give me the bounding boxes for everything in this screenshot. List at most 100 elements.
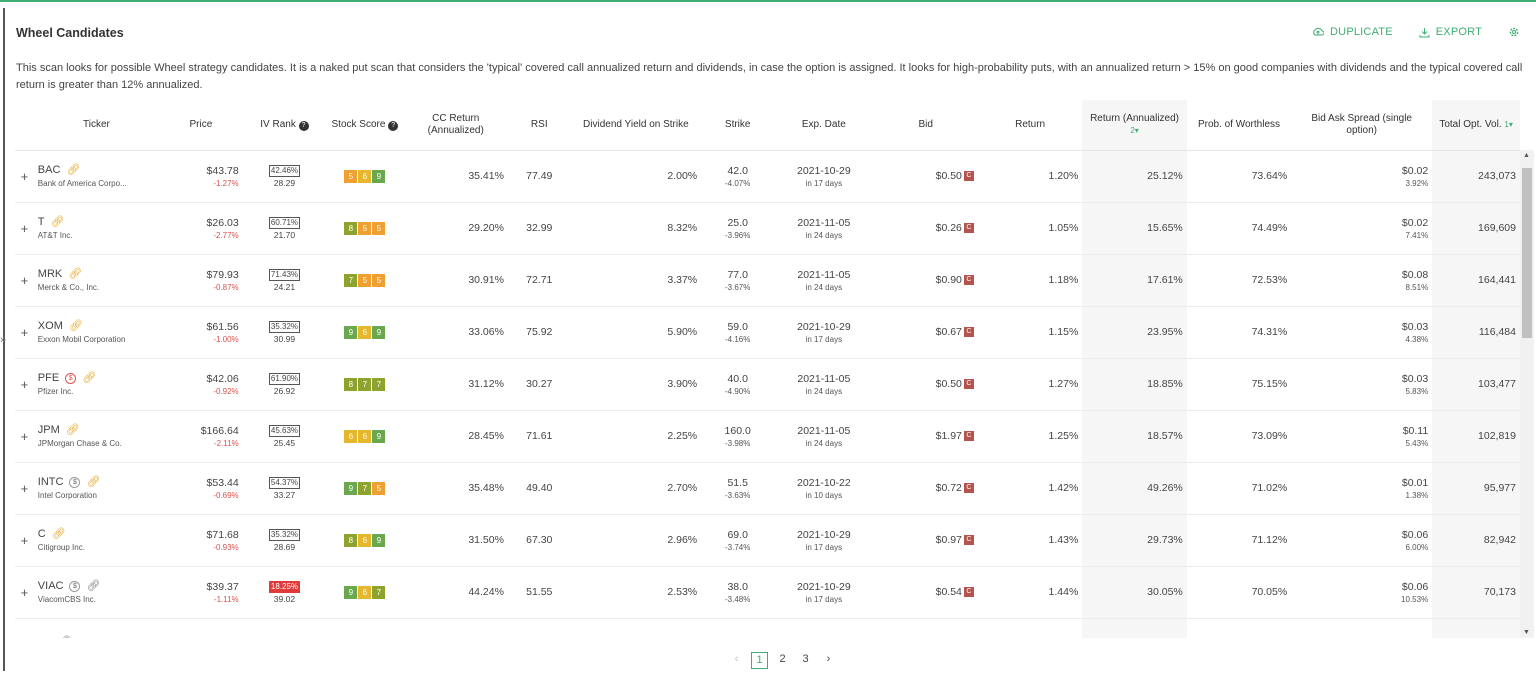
prob-worthless-cell: 71.12%	[1186, 514, 1292, 567]
ticker-symbol[interactable]: JPM	[38, 424, 60, 436]
page-2-button[interactable]: 2	[774, 652, 791, 669]
expand-row-icon[interactable]: +	[15, 358, 34, 411]
table-row[interactable]: + JPM 🔗︎ JPMorgan Chase & Co. $166.64 -2.11% 4…	[15, 410, 1520, 463]
duplicate-button[interactable]: DUPLICATE	[1312, 26, 1393, 38]
total-opt-vol: 164,441	[1478, 274, 1516, 286]
expand-row-icon[interactable]: +	[15, 254, 34, 307]
page-3-button[interactable]: 3	[797, 652, 814, 669]
ticker-symbol[interactable]: C	[38, 528, 46, 540]
duplicate-label: DUPLICATE	[1330, 26, 1393, 38]
prev-page-button[interactable]: ‹	[728, 652, 745, 669]
col-return-annualized[interactable]: Return (Annualized) 2▾	[1082, 100, 1187, 151]
call-badge[interactable]: C	[963, 587, 974, 598]
col-ticker[interactable]: Ticker	[33, 100, 160, 151]
table-scrollbar[interactable]: ▲ ▼	[1520, 150, 1534, 638]
col-bid[interactable]: Bid	[873, 100, 978, 151]
col-strike[interactable]: Strike	[701, 100, 775, 151]
dividend-yield-cell: 2.25%	[570, 410, 702, 463]
table-row[interactable]: + XOM 🔗︎ Exxon Mobil Corporation $61.56 -1.00…	[15, 306, 1520, 359]
link-icon[interactable]: 🔗︎	[51, 216, 65, 228]
expand-row-icon[interactable]: +	[15, 618, 34, 638]
ticker-symbol[interactable]: FT	[38, 637, 51, 639]
score-cell: 6	[358, 325, 372, 339]
expand-row-icon[interactable]: +	[15, 462, 34, 515]
expand-row-icon[interactable]: +	[15, 514, 34, 567]
call-badge[interactable]: C	[963, 327, 974, 338]
table-row[interactable]: + BAC 🔗︎ Bank of America Corpo... $43.78 -1.2…	[15, 150, 1520, 203]
ticker-symbol[interactable]: PFE	[38, 372, 59, 384]
page-1-button[interactable]: 1	[751, 652, 768, 669]
col-prob-worthless[interactable]: Prob. of Worthless	[1186, 100, 1292, 151]
call-badge[interactable]: C	[963, 275, 974, 286]
bid: $0.50	[935, 170, 962, 182]
col-cc-return[interactable]: CC Return (Annualized)	[403, 100, 508, 151]
link-icon[interactable]: 🔗︎	[66, 164, 80, 176]
ticker-symbol[interactable]: XOM	[38, 320, 63, 332]
dividend-yield-cell: 2.70%	[570, 462, 702, 515]
table-row[interactable]: +FT🔗︎$9.9215.00%99946.04%63.606.43%9.520…	[15, 618, 1520, 638]
expand-row-icon[interactable]: +	[15, 202, 34, 255]
exp-date: 2021-10-22	[796, 476, 851, 489]
ticker-symbol[interactable]: VIAC	[38, 580, 64, 592]
link-icon[interactable]: 🔗︎	[82, 372, 96, 384]
table-row[interactable]: + VIAC $ 🔗︎ ViacomCBS Inc. $39.37 -1.11% 18.25%…	[15, 566, 1520, 619]
call-badge[interactable]: C	[963, 379, 974, 390]
table-row[interactable]: + PFE $ 🔗︎ Pfizer Inc. $42.06 -0.92% 61.90% 26.9…	[15, 358, 1520, 411]
strike: 25.0	[727, 216, 748, 229]
call-badge[interactable]: C	[963, 171, 974, 182]
help-icon[interactable]: ?	[298, 120, 309, 131]
expand-row-icon[interactable]: +	[15, 410, 34, 463]
call-badge[interactable]: C	[963, 483, 974, 494]
table-row[interactable]: + C 🔗︎ Citigroup Inc. $71.68 -0.93% 35.32% 28.6…	[15, 514, 1520, 567]
expand-row-icon[interactable]: +	[15, 566, 34, 619]
ticker-symbol[interactable]: INTC	[38, 476, 64, 488]
ticker-symbol[interactable]: MRK	[38, 268, 62, 280]
col-return[interactable]: Return	[977, 100, 1083, 151]
link-icon[interactable]: 🔗︎	[57, 637, 71, 639]
call-badge[interactable]: C	[963, 431, 974, 442]
table-row[interactable]: + INTC $ 🔗︎ Intel Corporation $53.44 -0.69% 54.…	[15, 462, 1520, 515]
scroll-down-icon[interactable]: ▼	[1523, 629, 1530, 636]
export-button[interactable]: EXPORT	[1419, 26, 1482, 38]
link-icon[interactable]: 🔗︎	[52, 528, 66, 540]
table-row[interactable]: + MRK 🔗︎ Merck & Co., Inc. $79.93 -0.87% 71.43…	[15, 254, 1520, 307]
col-exp-date[interactable]: Exp. Date	[774, 100, 874, 151]
col-rsi[interactable]: RSI	[507, 100, 571, 151]
cc-return: 31.12%	[468, 378, 504, 390]
expand-row-icon[interactable]: +	[15, 306, 34, 359]
expand-row-icon[interactable]: +	[15, 150, 34, 203]
return-cell: 1.42%	[977, 462, 1083, 515]
link-icon[interactable]: 🔗︎	[86, 476, 100, 488]
settings-button[interactable]	[1508, 26, 1520, 38]
link-icon[interactable]: 🔗︎	[69, 320, 83, 332]
stock-score-cell: 877	[326, 358, 404, 411]
call-badge[interactable]: C	[963, 535, 974, 546]
return-cell: 1.06%	[977, 618, 1083, 638]
price-cell: $61.56 -1.00%	[159, 306, 243, 359]
table-row[interactable]: + T 🔗︎ AT&T Inc. $26.03 -2.77% 60.71% 21.70 8 5 5 2…	[15, 202, 1520, 255]
col-bid-ask-spread[interactable]: Bid Ask Spread (single option)	[1291, 100, 1433, 151]
price-cell: $26.03 -2.77%	[159, 202, 243, 255]
link-icon[interactable]: 🔗︎	[68, 268, 82, 280]
export-label: EXPORT	[1435, 26, 1482, 38]
expand-sidebar-icon[interactable]: »	[0, 334, 6, 346]
score-cell: 8	[344, 221, 358, 235]
prob-worthless-cell: 72.53%	[1186, 254, 1292, 307]
col-dividend-yield[interactable]: Dividend Yield on Strike	[570, 100, 702, 151]
ticker-symbol[interactable]: T	[38, 216, 45, 228]
col-iv-rank[interactable]: IV Rank ?	[242, 100, 327, 151]
link-icon[interactable]: 🔗︎	[66, 424, 80, 436]
stock-score-cell: 869	[326, 514, 404, 567]
bid-cell: $0.67 C	[873, 306, 978, 359]
help-icon[interactable]: ?	[388, 120, 399, 131]
col-total-opt-vol[interactable]: Total Opt. Vol. 1▾	[1432, 100, 1520, 151]
dividend-yield-cell: 2.53%	[570, 566, 702, 619]
col-price[interactable]: Price	[159, 100, 243, 151]
link-icon[interactable]: 🔗︎	[86, 580, 100, 592]
next-page-button[interactable]: ›	[820, 652, 837, 669]
ticker-symbol[interactable]: BAC	[38, 164, 61, 176]
col-stock-score[interactable]: Stock Score ?	[326, 100, 404, 151]
scroll-up-icon[interactable]: ▲	[1523, 152, 1530, 159]
call-badge[interactable]: C	[963, 223, 974, 234]
scrollbar-thumb[interactable]	[1522, 168, 1532, 338]
